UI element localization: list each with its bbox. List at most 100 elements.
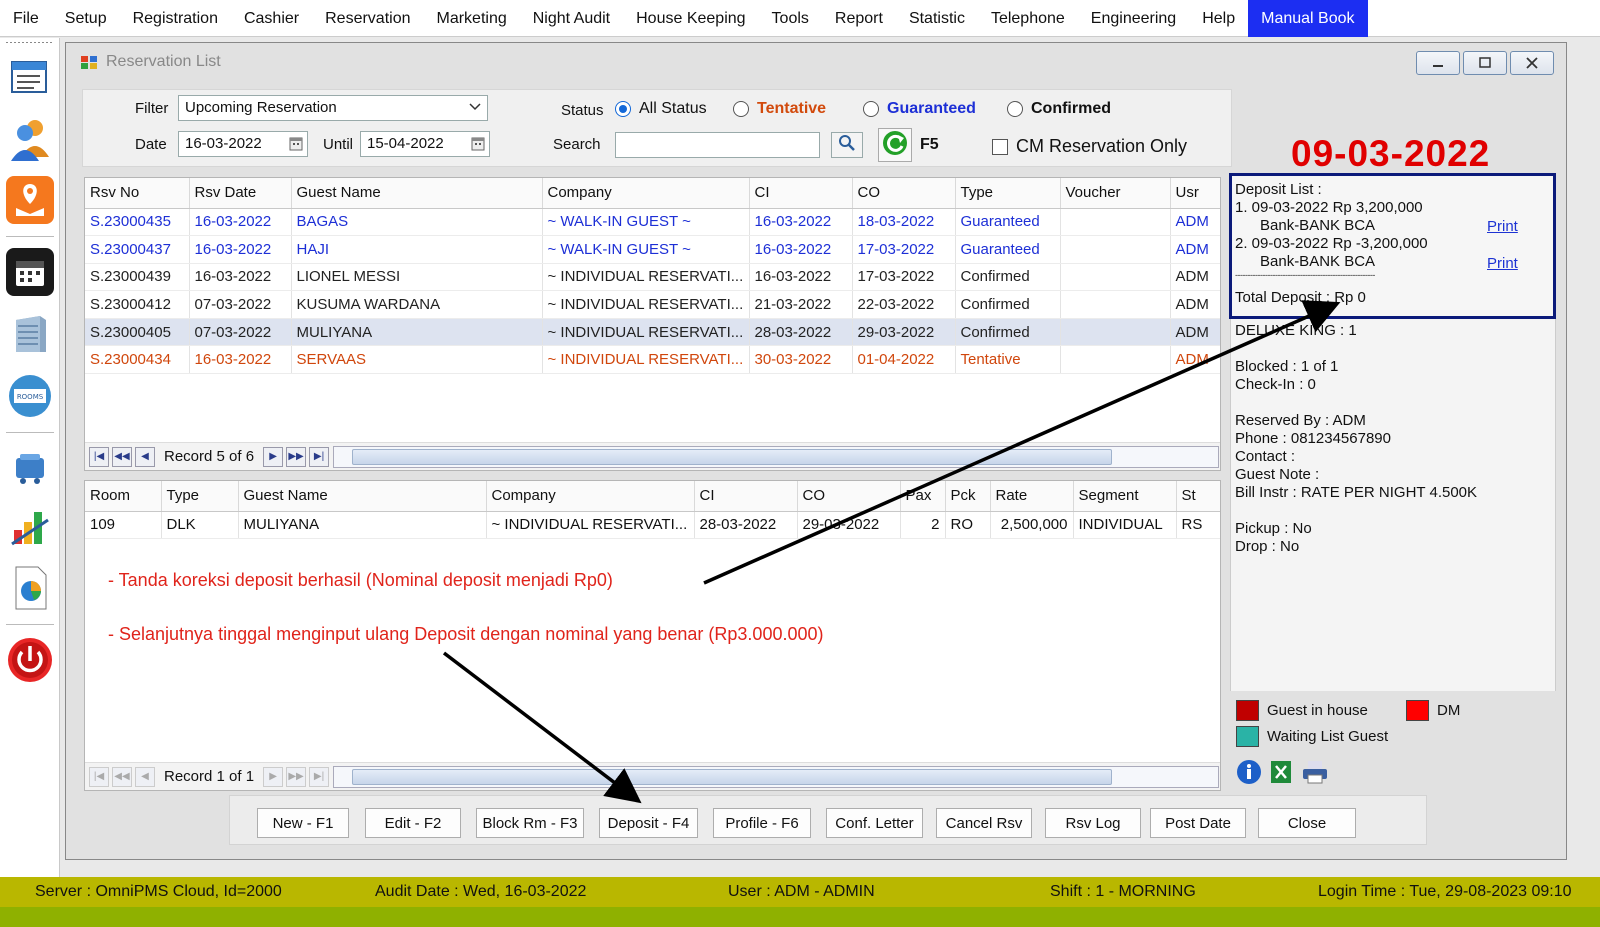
room-column-header[interactable]: CO — [797, 481, 901, 512]
room-column-header[interactable]: Rate — [990, 481, 1074, 512]
status-server: Server : OmniPMS Cloud, Id=2000 — [35, 883, 282, 900]
rsv-column-header[interactable]: Usr — [1170, 178, 1220, 209]
menu-reservation[interactable]: Reservation — [312, 0, 423, 37]
rsv-column-header[interactable]: Guest Name — [291, 178, 543, 209]
horizontal-scrollbar[interactable] — [333, 446, 1219, 468]
room-column-header[interactable]: Company — [486, 481, 695, 512]
refresh-button[interactable] — [878, 128, 912, 162]
rsv-column-header[interactable]: Type — [955, 178, 1061, 209]
menu-setup[interactable]: Setup — [52, 0, 120, 37]
room-column-header[interactable]: Segment — [1073, 481, 1177, 512]
menu-report[interactable]: Report — [822, 0, 896, 37]
next-page-button[interactable]: ▶▶ — [286, 446, 307, 467]
next-record-button[interactable]: ▶ — [263, 766, 284, 787]
search-button[interactable] — [831, 132, 863, 158]
close-window-button[interactable] — [1510, 51, 1554, 75]
prev-record-button[interactable]: ◀ — [135, 766, 155, 787]
deposit-button[interactable]: Deposit - F4 — [599, 808, 698, 838]
cm-reservation-only-checkbox[interactable]: CM Reservation Only — [992, 136, 1187, 157]
location-map-icon[interactable] — [6, 176, 54, 224]
room-column-header[interactable]: St — [1176, 481, 1220, 512]
registration-form-icon[interactable] — [6, 54, 54, 102]
menu-registration[interactable]: Registration — [120, 0, 231, 37]
rsv-column-header[interactable]: CI — [749, 178, 853, 209]
menu-tools[interactable]: Tools — [759, 0, 822, 37]
pickup-info: Pickup : No — [1235, 520, 1312, 537]
shopping-cart-icon[interactable] — [6, 442, 54, 490]
first-record-button[interactable]: |◀ — [89, 766, 109, 787]
menu-marketing[interactable]: Marketing — [423, 0, 519, 37]
first-record-button[interactable]: |◀ — [89, 446, 109, 467]
horizontal-scrollbar[interactable] — [333, 766, 1219, 788]
rsv-column-header[interactable]: CO — [852, 178, 956, 209]
pie-report-icon[interactable] — [6, 564, 54, 612]
info-icon[interactable] — [1236, 759, 1262, 789]
rsv-column-header[interactable]: Voucher — [1060, 178, 1171, 209]
prev-page-button[interactable]: ◀◀ — [112, 446, 132, 467]
block-room-button[interactable]: Block Rm - F3 — [476, 808, 584, 838]
menu-telephone[interactable]: Telephone — [978, 0, 1078, 37]
post-date-button[interactable]: Post Date — [1150, 808, 1246, 838]
cancel-reservation-button[interactable]: Cancel Rsv — [936, 808, 1032, 838]
until-field[interactable]: 15-04-2022 — [360, 131, 490, 157]
room-column-header[interactable]: Pck — [945, 481, 991, 512]
edit-button[interactable]: Edit - F2 — [365, 808, 461, 838]
table-row[interactable]: S.23000434 16-03-2022 SERVAAS ~ INDIVIDUAL … — [85, 345, 1220, 375]
calendar-picker-icon[interactable] — [471, 136, 485, 155]
confirmation-letter-button[interactable]: Conf. Letter — [826, 808, 923, 838]
building-icon[interactable] — [6, 310, 54, 358]
room-column-header[interactable]: CI — [694, 481, 798, 512]
date-field[interactable]: 16-03-2022 — [178, 131, 308, 157]
printer-icon[interactable] — [1300, 759, 1330, 789]
maximize-button[interactable] — [1463, 51, 1507, 75]
menu-house-keeping[interactable]: House Keeping — [623, 0, 758, 37]
status-confirmed-radio[interactable]: Confirmed — [1007, 100, 1111, 118]
rsv-column-header[interactable]: Rsv Date — [189, 178, 292, 209]
table-row[interactable]: S.23000412 07-03-2022 KUSUMA WARDANA ~ INDI… — [85, 290, 1220, 319]
rooms-available-icon[interactable]: ROOMS — [6, 372, 54, 420]
status-tentative-radio[interactable]: Tentative — [733, 100, 826, 118]
status-all-radio[interactable]: All Status — [615, 100, 707, 118]
print-deposit-1-link[interactable]: Print — [1487, 218, 1518, 235]
profile-button[interactable]: Profile - F6 — [713, 808, 811, 838]
rsv-column-header[interactable]: Company — [542, 178, 750, 209]
table-row[interactable]: S.23000435 16-03-2022 BAGAS ~ WALK-IN GUEST… — [85, 208, 1220, 237]
power-off-icon[interactable] — [6, 636, 54, 684]
prev-page-button[interactable]: ◀◀ — [112, 766, 132, 787]
new-button[interactable]: New - F1 — [257, 808, 349, 838]
menu-statistic[interactable]: Statistic — [896, 0, 978, 37]
room-column-header[interactable]: Guest Name — [238, 481, 487, 512]
calendar-picker-icon[interactable] — [289, 136, 303, 155]
table-row[interactable]: S.23000405 07-03-2022 MULIYANA ~ INDIVIDUAL… — [85, 318, 1220, 347]
close-button[interactable]: Close — [1258, 808, 1356, 838]
table-cell: ADM — [1170, 235, 1220, 264]
filter-select[interactable]: Upcoming Reservation — [178, 95, 488, 121]
print-deposit-2-link[interactable]: Print — [1487, 255, 1518, 272]
menu-file[interactable]: File — [0, 0, 52, 37]
table-row[interactable]: S.23000439 16-03-2022 LIONEL MESSI ~ INDIVI… — [85, 263, 1220, 292]
last-record-button[interactable]: ▶| — [309, 446, 330, 467]
room-column-header[interactable]: Type — [161, 481, 239, 512]
bar-chart-icon[interactable] — [6, 502, 54, 550]
menu-engineering[interactable]: Engineering — [1078, 0, 1189, 37]
menu-night-audit[interactable]: Night Audit — [520, 0, 623, 37]
next-record-button[interactable]: ▶ — [263, 446, 284, 467]
menu-help[interactable]: Help — [1189, 0, 1248, 37]
room-column-header[interactable]: Room — [85, 481, 162, 512]
table-row[interactable]: S.23000437 16-03-2022 HAJI ~ WALK-IN GUEST … — [85, 235, 1220, 264]
guests-icon[interactable] — [6, 114, 54, 162]
last-record-button[interactable]: ▶| — [309, 766, 330, 787]
status-guaranteed-radio[interactable]: Guaranteed — [863, 100, 976, 118]
menu-manual-book[interactable]: Manual Book — [1248, 0, 1368, 37]
prev-record-button[interactable]: ◀ — [135, 446, 155, 467]
next-page-button[interactable]: ▶▶ — [286, 766, 307, 787]
calendar-icon[interactable] — [6, 248, 54, 296]
search-input[interactable] — [615, 132, 820, 158]
room-column-header[interactable]: Pax — [900, 481, 946, 512]
rsv-column-header[interactable]: Rsv No — [85, 178, 190, 209]
table-row[interactable]: 109 DLK MULIYANA ~ INDIVIDUAL RESERVATI... 2… — [85, 511, 1220, 540]
excel-export-icon[interactable] — [1268, 759, 1294, 789]
menu-cashier[interactable]: Cashier — [231, 0, 312, 37]
minimize-button[interactable] — [1416, 51, 1460, 75]
reservation-log-button[interactable]: Rsv Log — [1045, 808, 1141, 838]
